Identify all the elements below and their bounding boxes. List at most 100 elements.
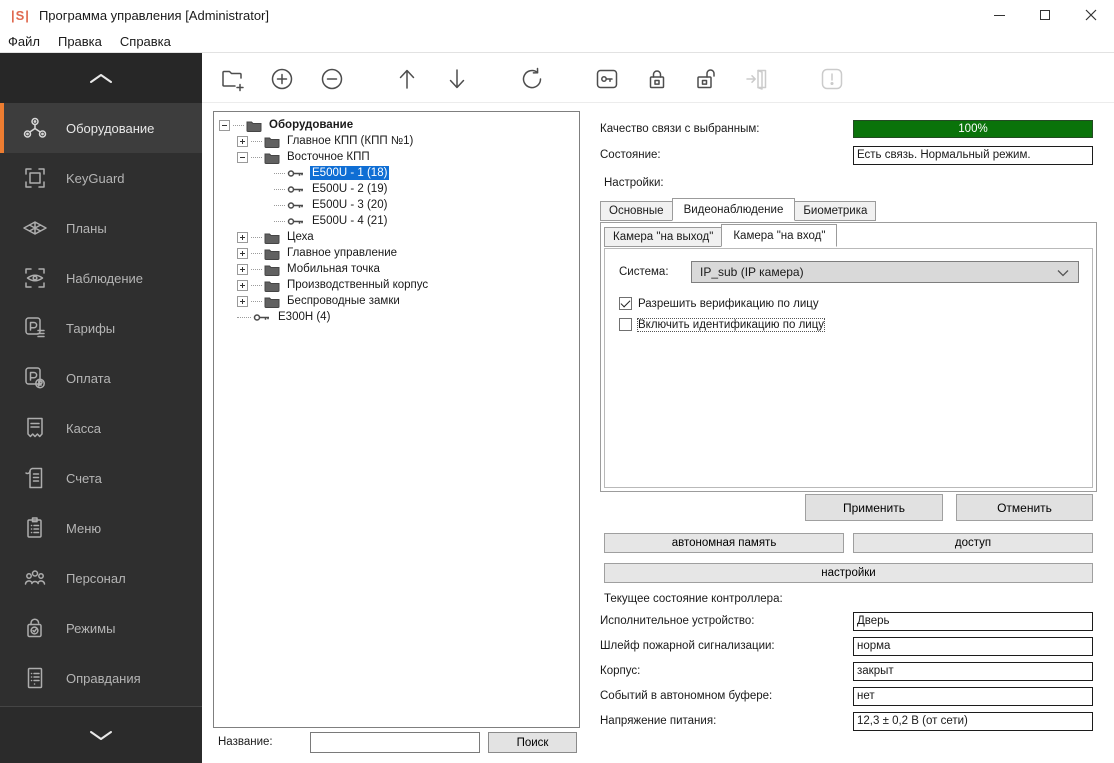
expand-icon[interactable]: [237, 232, 248, 243]
sidebar-item-payment[interactable]: Оплата: [0, 353, 202, 403]
key-icon: [287, 185, 305, 194]
sidebar-item-excuses[interactable]: Оправдания: [0, 653, 202, 703]
tree-connector: [251, 301, 262, 302]
tree-node[interactable]: E500U - 4 (21): [216, 213, 577, 229]
sidebar-item-equipment[interactable]: Оборудование: [0, 103, 202, 153]
tree-node-root[interactable]: Оборудование: [216, 117, 577, 133]
camera-subtabs: Камера "на выход" Камера "на вход": [604, 226, 836, 247]
plus-circle-icon: [269, 66, 295, 92]
expand-icon[interactable]: [237, 136, 248, 147]
unlock-button[interactable]: [691, 64, 721, 94]
sidebar-item-surveillance[interactable]: Наблюдение: [0, 253, 202, 303]
tab-general[interactable]: Основные: [600, 201, 673, 221]
lock-button[interactable]: [642, 64, 672, 94]
tree-node[interactable]: Главное управление: [216, 245, 577, 261]
tree-node-selected[interactable]: E500U - 1 (18): [216, 165, 577, 181]
expand-icon[interactable]: [237, 280, 248, 291]
sidebar-item-keyguard[interactable]: KeyGuard: [0, 153, 202, 203]
tab-biometrics[interactable]: Биометрика: [794, 201, 876, 221]
devices-icon: [21, 114, 49, 142]
add-group-button[interactable]: [218, 64, 248, 94]
sidebar-item-menu[interactable]: Меню: [0, 503, 202, 553]
tree-node[interactable]: Главное КПП (КПП №1): [216, 133, 577, 149]
payment-ruble-icon: [21, 364, 49, 392]
sidebar-scroll-down-button[interactable]: [0, 706, 202, 763]
app-logo-icon: |S|: [11, 8, 30, 23]
add-button[interactable]: [267, 64, 297, 94]
tree-node[interactable]: E500U - 2 (19): [216, 181, 577, 197]
checkbox-checked-icon[interactable]: [619, 297, 632, 310]
tree-node[interactable]: Беспроводные замки: [216, 293, 577, 309]
sidebar-item-tariffs[interactable]: Тарифы: [0, 303, 202, 353]
toolbar: [202, 53, 1114, 103]
folder-icon: [264, 247, 280, 260]
tree-connector: [274, 189, 285, 190]
chevron-down-icon: [1057, 269, 1069, 277]
sidebar-scroll-up-button[interactable]: [0, 53, 202, 103]
expand-icon[interactable]: [237, 248, 248, 259]
tree-connector: [251, 141, 262, 142]
minimize-button[interactable]: [976, 0, 1022, 30]
surveillance-eye-icon: [21, 264, 49, 292]
identification-checkbox-row[interactable]: Включить идентификацию по лицу: [619, 318, 824, 331]
door-enter-icon: [744, 66, 770, 92]
open-door-button[interactable]: [742, 64, 772, 94]
sidebar-item-modes[interactable]: Режимы: [0, 603, 202, 653]
apply-button[interactable]: Применить: [805, 494, 943, 521]
settings-button[interactable]: настройки: [604, 563, 1093, 583]
actuator-label: Исполнительное устройство:: [600, 615, 755, 627]
sidebar-item-plans[interactable]: Планы: [0, 203, 202, 253]
tree-connector: [251, 253, 262, 254]
menubar: Файл Правка Справка: [0, 30, 1114, 53]
maximize-button[interactable]: [1022, 0, 1068, 30]
search-input[interactable]: [310, 732, 480, 753]
collapse-icon[interactable]: [219, 120, 230, 131]
search-button[interactable]: Поиск: [488, 732, 577, 753]
tab-camera-exit[interactable]: Камера "на выход": [604, 227, 722, 247]
checkbox-unchecked-icon[interactable]: [619, 318, 632, 331]
folder-icon: [264, 279, 280, 292]
tree-node[interactable]: E500U - 3 (20): [216, 197, 577, 213]
keyguard-frame-icon: [21, 164, 49, 192]
tree-node[interactable]: E300H (4): [216, 309, 577, 325]
menu-file[interactable]: Файл: [0, 34, 49, 49]
tab-video-surveillance[interactable]: Видеонаблюдение: [672, 198, 796, 221]
sidebar-item-staff[interactable]: Персонал: [0, 553, 202, 603]
offline-memory-button[interactable]: автономная память: [604, 533, 844, 553]
cancel-button[interactable]: Отменить: [956, 494, 1093, 521]
alert-button[interactable]: [817, 64, 847, 94]
refresh-button[interactable]: [517, 64, 547, 94]
link-quality-progressbar: 100%: [853, 120, 1093, 138]
expand-icon[interactable]: [237, 264, 248, 275]
tree-node[interactable]: Производственный корпус: [216, 277, 577, 293]
settings-tabs: Основные Видеонаблюдение Биометрика: [600, 200, 875, 221]
cash-register-receipt-icon: [21, 414, 49, 442]
verification-checkbox-row[interactable]: Разрешить верификацию по лицу: [619, 297, 819, 310]
tree-node[interactable]: Восточное КПП: [216, 149, 577, 165]
key-access-button[interactable]: [592, 64, 622, 94]
window-controls: [976, 0, 1114, 30]
buffer-events-label: Событий в автономном буфере:: [600, 690, 772, 702]
expand-icon[interactable]: [237, 296, 248, 307]
tree-node[interactable]: Цеха: [216, 229, 577, 245]
sidebar-item-invoices[interactable]: Счета: [0, 453, 202, 503]
menu-edit[interactable]: Правка: [49, 34, 111, 49]
sidebar-item-label: Счета: [66, 471, 102, 486]
move-down-button[interactable]: [442, 64, 472, 94]
system-combobox[interactable]: IP_sub (IP камера): [691, 261, 1079, 283]
settings-label: Настройки:: [604, 177, 664, 189]
folder-icon: [264, 295, 280, 308]
close-button[interactable]: [1068, 0, 1114, 30]
case-label: Корпус:: [600, 665, 640, 677]
collapse-icon[interactable]: [237, 152, 248, 163]
folder-icon: [264, 263, 280, 276]
tree-connector: [274, 205, 285, 206]
remove-button[interactable]: [317, 64, 347, 94]
move-up-button[interactable]: [392, 64, 422, 94]
access-button[interactable]: доступ: [853, 533, 1093, 553]
sidebar-item-cash-register[interactable]: Касса: [0, 403, 202, 453]
tree-node[interactable]: Мобильная точка: [216, 261, 577, 277]
controller-state-label: Текущее состояние контроллера:: [604, 593, 783, 605]
menu-help[interactable]: Справка: [111, 34, 180, 49]
tab-camera-entry[interactable]: Камера "на вход": [721, 224, 837, 247]
